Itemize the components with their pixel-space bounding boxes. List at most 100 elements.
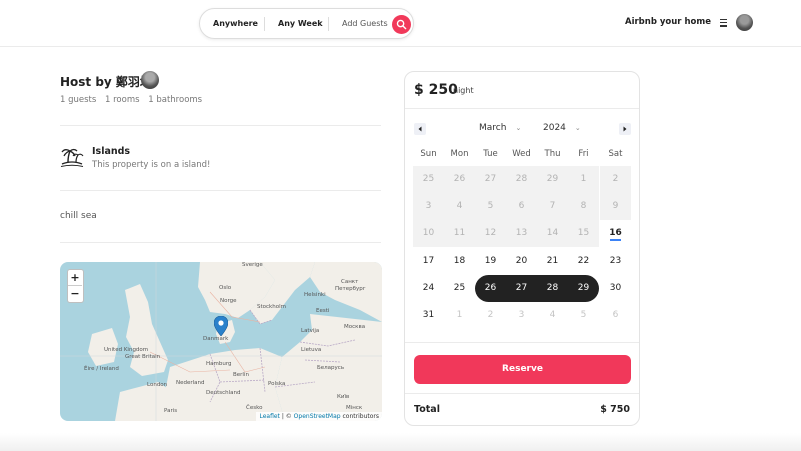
weekday-header: Thu bbox=[544, 149, 561, 159]
next-month-button[interactable] bbox=[619, 123, 631, 135]
calendar-day-disabled: 15 bbox=[568, 220, 599, 247]
map-label: Stockholm bbox=[257, 304, 286, 310]
calendar-day[interactable]: 19 bbox=[475, 248, 506, 275]
chevron-down-icon: ⌄ bbox=[574, 124, 581, 132]
calendar-day-selected[interactable]: 27 bbox=[506, 275, 537, 302]
weekday-header: Fri bbox=[578, 149, 589, 159]
bathrooms-count: 1 bathrooms bbox=[148, 95, 203, 105]
calendar-day-disabled: 3 bbox=[413, 193, 444, 220]
map-label: Paris bbox=[164, 408, 178, 414]
month-value: March bbox=[479, 123, 507, 133]
section-divider bbox=[60, 242, 381, 243]
host-title: Host by 鄭羽均 bbox=[60, 75, 152, 89]
calendar-day[interactable]: 30 bbox=[600, 275, 631, 302]
chevron-left-icon bbox=[418, 126, 422, 132]
chevron-down-icon: ⌄ bbox=[515, 124, 522, 132]
calendar-day-disabled: 27 bbox=[475, 166, 506, 193]
section-divider bbox=[60, 190, 381, 191]
reserve-button[interactable]: Reserve bbox=[414, 355, 631, 384]
leaflet-link[interactable]: Leaflet bbox=[259, 413, 279, 420]
booking-card: $ 250 night March ⌄ 2024 ⌄ Sun Mon Tue Wed Thu… bbox=[404, 71, 640, 426]
calendar-day-outside: 3 bbox=[518, 310, 525, 320]
calendar-day[interactable]: 24 bbox=[413, 275, 444, 302]
nightly-price: $ 250 bbox=[414, 82, 458, 98]
calendar-day-disabled: 8 bbox=[568, 193, 599, 220]
location-pin-icon[interactable] bbox=[214, 316, 228, 336]
map-label: Петербург bbox=[335, 286, 366, 292]
calendar-day-today[interactable]: 16 bbox=[600, 220, 631, 247]
map-label: Sverige bbox=[242, 262, 263, 268]
calendar-day-disabled: 26 bbox=[444, 166, 475, 193]
location-map[interactable]: Sverige Oslo Norge Stockholm Helsinki Са… bbox=[60, 262, 382, 421]
map-label: Berlin bbox=[233, 372, 249, 378]
price-unit: night bbox=[453, 86, 474, 95]
calendar-day[interactable]: 31 bbox=[413, 302, 444, 329]
prev-month-button[interactable] bbox=[414, 123, 426, 135]
calendar-day-disabled: 2 bbox=[600, 166, 631, 193]
map-label: Polska bbox=[268, 381, 286, 387]
attribution-suffix: contributors bbox=[340, 413, 380, 420]
calendar-day-outside: 6 bbox=[612, 310, 619, 320]
weekday-header: Sat bbox=[608, 149, 623, 159]
zoom-out-button[interactable]: − bbox=[68, 286, 82, 302]
calendar-day-selected[interactable]: 26 bbox=[475, 275, 506, 302]
search-button[interactable] bbox=[392, 15, 411, 34]
card-divider bbox=[405, 393, 639, 394]
map-label: London bbox=[147, 382, 168, 388]
total-value: $ 750 bbox=[600, 404, 630, 415]
page-footer-edge bbox=[0, 433, 801, 451]
calendar-day-disabled: 12 bbox=[475, 220, 506, 247]
search-bar[interactable]: Anywhere Any Week Add Guests bbox=[199, 8, 414, 39]
hamburger-icon bbox=[720, 19, 729, 27]
zoom-in-button[interactable]: + bbox=[68, 270, 82, 286]
airbnb-your-home-link[interactable]: Airbnb your home bbox=[625, 17, 711, 27]
search-add-guests[interactable]: Add Guests bbox=[342, 19, 388, 28]
map-label: Москва bbox=[344, 324, 366, 330]
weekday-header: Sun bbox=[420, 149, 437, 159]
search-anywhere[interactable]: Anywhere bbox=[213, 19, 258, 28]
calendar-day-disabled: 13 bbox=[506, 220, 537, 247]
map-label: Санкт bbox=[341, 279, 359, 285]
calendar-day-outside: 5 bbox=[580, 310, 587, 320]
year-select[interactable]: 2024 ⌄ bbox=[543, 123, 581, 133]
today-underline bbox=[610, 239, 621, 241]
category-description: This property is on a island! bbox=[92, 160, 211, 170]
calendar-day-disabled: 1 bbox=[568, 166, 599, 193]
calendar-day[interactable]: 17 bbox=[413, 248, 444, 275]
calendar-day-disabled: 10 bbox=[413, 220, 444, 247]
calendar-day-disabled: 14 bbox=[537, 220, 568, 247]
calendar-day-disabled: 11 bbox=[444, 220, 475, 247]
calendar-day[interactable]: 25 bbox=[444, 275, 475, 302]
user-avatar bbox=[736, 14, 753, 31]
calendar-day[interactable]: 20 bbox=[506, 248, 537, 275]
search-divider bbox=[328, 17, 329, 31]
weekday-header: Wed bbox=[512, 149, 531, 159]
map-label: Київ bbox=[337, 394, 350, 400]
calendar-day-selected[interactable]: 29 bbox=[568, 275, 599, 302]
calendar-day-selected[interactable]: 28 bbox=[537, 275, 568, 302]
openstreetmap-link[interactable]: OpenStreetMap bbox=[294, 413, 341, 420]
calendar-day-disabled: 25 bbox=[413, 166, 444, 193]
search-icon bbox=[396, 19, 407, 30]
rooms-count: 1 rooms bbox=[105, 95, 140, 105]
map-label: Lietuva bbox=[301, 347, 322, 353]
calendar-day[interactable]: 22 bbox=[568, 248, 599, 275]
calendar-day-disabled: 7 bbox=[537, 193, 568, 220]
calendar-day[interactable]: 23 bbox=[600, 248, 631, 275]
calendar-day-outside: 4 bbox=[549, 310, 556, 320]
attribution-separator: | © bbox=[279, 413, 294, 420]
calendar-day-disabled: 9 bbox=[600, 193, 631, 220]
user-menu-button[interactable] bbox=[716, 13, 756, 34]
month-select[interactable]: March ⌄ bbox=[479, 123, 521, 133]
calendar-day[interactable]: 21 bbox=[537, 248, 568, 275]
map-label: Éire / Ireland bbox=[84, 366, 119, 372]
map-zoom-control: + − bbox=[67, 269, 84, 303]
calendar-day-disabled: 5 bbox=[475, 193, 506, 220]
host-avatar bbox=[141, 71, 159, 89]
map-label: Norge bbox=[220, 298, 237, 304]
weekday-header: Tue bbox=[483, 149, 498, 159]
calendar-day[interactable]: 18 bbox=[444, 248, 475, 275]
map-label: Deutschland bbox=[206, 390, 241, 396]
map-label: Great Britain bbox=[125, 354, 161, 360]
search-any-week[interactable]: Any Week bbox=[278, 19, 323, 28]
